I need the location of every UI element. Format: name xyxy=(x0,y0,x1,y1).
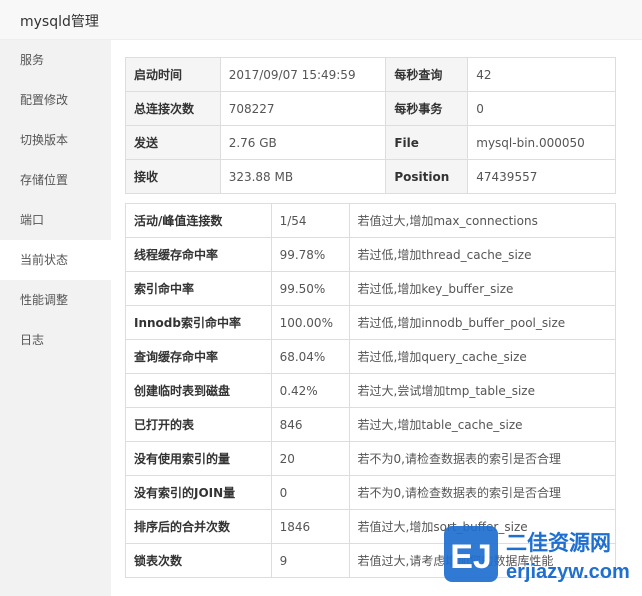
status-value: 9 xyxy=(270,543,350,578)
table-row: 接收 323.88 MB Position 47439557 xyxy=(125,159,616,194)
sidebar-item-config[interactable]: 配置修改 xyxy=(0,80,111,120)
overview-label: 总连接次数 xyxy=(125,91,221,126)
status-tip: 若值过大,增加max_connections xyxy=(348,203,616,238)
status-value: 99.50% xyxy=(270,271,350,306)
sidebar-item-performance[interactable]: 性能调整 xyxy=(0,280,111,320)
status-value: 68.04% xyxy=(270,339,350,374)
ej-logo-icon: EJ xyxy=(444,526,498,582)
status-value: 99.78% xyxy=(270,237,350,272)
overview-label: 每秒事务 xyxy=(385,91,469,126)
status-name: 索引命中率 xyxy=(125,271,272,306)
overview-value: 323.88 MB xyxy=(219,159,387,194)
status-tip: 若不为0,请检查数据表的索引是否合理 xyxy=(348,475,616,510)
status-panel: 启动时间 2017/09/07 15:49:59 每秒查询 42 总连接次数 7… xyxy=(111,40,642,596)
window-title: mysqld管理 xyxy=(20,14,99,30)
overview-value: 47439557 xyxy=(467,159,616,194)
overview-label: 每秒查询 xyxy=(385,57,469,92)
overview-label: 发送 xyxy=(125,125,221,160)
status-name: 线程缓存命中率 xyxy=(125,237,272,272)
status-tip: 若过大,尝试增加tmp_table_size xyxy=(348,373,616,408)
status-name: 创建临时表到磁盘 xyxy=(125,373,272,408)
status-tip: 若过低,增加key_buffer_size xyxy=(348,271,616,306)
overview-table: 启动时间 2017/09/07 15:49:59 每秒查询 42 总连接次数 7… xyxy=(125,57,616,194)
status-name: 活动/峰值连接数 xyxy=(125,203,272,238)
status-value: 0 xyxy=(270,475,350,510)
table-row: 没有索引的JOIN量 0 若不为0,请检查数据表的索引是否合理 xyxy=(125,475,616,510)
sidebar-item-port[interactable]: 端口 xyxy=(0,200,111,240)
table-row: 线程缓存命中率 99.78% 若过低,增加thread_cache_size xyxy=(125,237,616,272)
sidebar-item-service[interactable]: 服务 xyxy=(0,40,111,80)
overview-value: mysql-bin.000050 xyxy=(467,125,616,160)
sidebar-item-log[interactable]: 日志 xyxy=(0,320,111,360)
sidebar: 服务 配置修改 切换版本 存储位置 端口 当前状态 性能调整 日志 xyxy=(0,40,111,596)
table-row: 创建临时表到磁盘 0.42% 若过大,尝试增加tmp_table_size xyxy=(125,373,616,408)
status-value: 1846 xyxy=(270,509,350,544)
overview-value: 708227 xyxy=(219,91,387,126)
status-value: 0.42% xyxy=(270,373,350,408)
site-watermark: EJ 二佳资源网 erjiazyw.com xyxy=(444,526,630,583)
overview-value: 42 xyxy=(467,57,616,92)
status-name: 锁表次数 xyxy=(125,543,272,578)
table-row: 查询缓存命中率 68.04% 若过低,增加query_cache_size xyxy=(125,339,616,374)
status-value: 20 xyxy=(270,441,350,476)
table-row: 没有使用索引的量 20 若不为0,请检查数据表的索引是否合理 xyxy=(125,441,616,476)
table-row: 索引命中率 99.50% 若过低,增加key_buffer_size xyxy=(125,271,616,306)
status-tip: 若过大,增加table_cache_size xyxy=(348,407,616,442)
sidebar-item-status[interactable]: 当前状态 xyxy=(0,240,111,280)
status-value: 1/54 xyxy=(270,203,350,238)
overview-value: 0 xyxy=(467,91,616,126)
overview-value: 2017/09/07 15:49:59 xyxy=(219,57,387,92)
table-row: 总连接次数 708227 每秒事务 0 xyxy=(125,91,616,126)
status-tip: 若过低,增加thread_cache_size xyxy=(348,237,616,272)
logo-text: EJ xyxy=(450,538,492,576)
watermark-en-text: erjiazyw.com xyxy=(506,561,630,583)
status-value: 100.00% xyxy=(270,305,350,340)
status-name: 没有索引的JOIN量 xyxy=(125,475,272,510)
sidebar-item-storage[interactable]: 存储位置 xyxy=(0,160,111,200)
table-row: Innodb索引命中率 100.00% 若过低,增加innodb_buffer_… xyxy=(125,305,616,340)
status-name: 查询缓存命中率 xyxy=(125,339,272,374)
status-name: 没有使用索引的量 xyxy=(125,441,272,476)
overview-label: File xyxy=(385,125,469,160)
watermark-cn-text: 二佳资源网 xyxy=(506,531,611,555)
status-name: 已打开的表 xyxy=(125,407,272,442)
overview-label: 启动时间 xyxy=(125,57,221,92)
window-titlebar: mysqld管理 xyxy=(0,0,642,40)
status-name: 排序后的合并次数 xyxy=(125,509,272,544)
status-tip: 若过低,增加query_cache_size xyxy=(348,339,616,374)
status-tip: 若过低,增加innodb_buffer_pool_size xyxy=(348,305,616,340)
status-tip: 若不为0,请检查数据表的索引是否合理 xyxy=(348,441,616,476)
status-value: 846 xyxy=(270,407,350,442)
sidebar-item-version[interactable]: 切换版本 xyxy=(0,120,111,160)
overview-value: 2.76 GB xyxy=(219,125,387,160)
table-row: 已打开的表 846 若过大,增加table_cache_size xyxy=(125,407,616,442)
table-row: 活动/峰值连接数 1/54 若值过大,增加max_connections xyxy=(125,203,616,238)
table-row: 发送 2.76 GB File mysql-bin.000050 xyxy=(125,125,616,160)
table-row: 启动时间 2017/09/07 15:49:59 每秒查询 42 xyxy=(125,57,616,92)
overview-label: Position xyxy=(385,159,469,194)
overview-label: 接收 xyxy=(125,159,221,194)
status-name: Innodb索引命中率 xyxy=(125,305,272,340)
